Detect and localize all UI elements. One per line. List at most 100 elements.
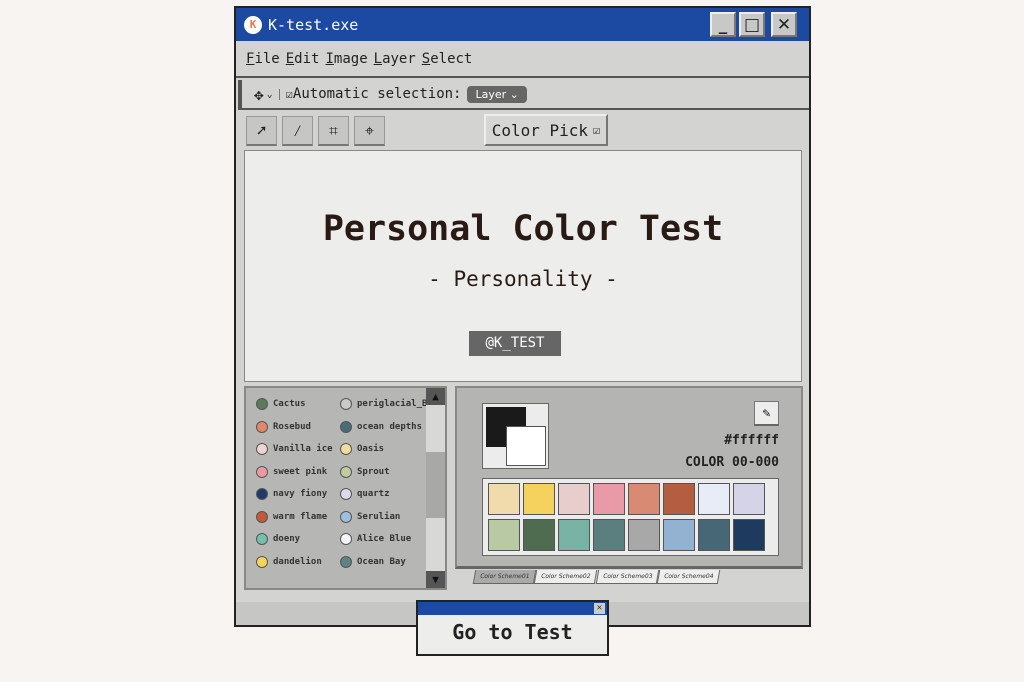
tab-color-scheme-02[interactable]: Color Scheme02 xyxy=(534,570,598,584)
color-swatch[interactable] xyxy=(488,483,520,515)
color-dot-icon xyxy=(340,420,352,433)
close-button[interactable]: ✕ xyxy=(771,12,797,37)
scroll-up-button[interactable]: ▲ xyxy=(426,388,445,405)
color-name: warm flame xyxy=(273,511,328,522)
color-name: periglacial_B xyxy=(357,399,428,409)
color-dot-icon xyxy=(340,488,352,500)
dialog-close-button[interactable]: ✕ xyxy=(594,603,605,614)
chevron-down-icon[interactable]: ⌄ xyxy=(267,88,280,100)
color-list-item[interactable]: navy fiony xyxy=(256,488,327,500)
tab-color-scheme-04[interactable]: Color Scheme04 xyxy=(656,570,721,584)
background-color-swatch[interactable] xyxy=(506,426,546,466)
eyedropper-icon: ✎ xyxy=(762,406,771,421)
color-name: dandelion xyxy=(273,556,322,567)
color-dot-icon xyxy=(256,555,268,568)
scheme-tabs: Color Scheme01 Color Scheme02 Color Sche… xyxy=(472,570,721,584)
color-name: Vanilla ice xyxy=(273,444,333,454)
color-swatch[interactable] xyxy=(523,519,555,551)
color-list-item[interactable]: Ocean Bay xyxy=(340,555,406,568)
layer-dropdown[interactable]: Layer ⌄ xyxy=(467,85,527,103)
maximize-button[interactable]: □ xyxy=(739,12,765,37)
color-list-item[interactable]: Rosebud xyxy=(256,420,311,433)
eyedropper-button[interactable]: ✎ xyxy=(754,401,779,426)
color-swatch[interactable] xyxy=(628,519,660,551)
color-swatch[interactable] xyxy=(663,483,695,515)
fg-bg-color-selector[interactable] xyxy=(482,403,549,469)
move-icon[interactable]: ✥ xyxy=(254,85,264,104)
color-swatch[interactable] xyxy=(663,519,695,551)
color-dot-icon xyxy=(340,533,352,545)
color-list-item[interactable]: Sprout xyxy=(340,465,390,478)
scrollbar[interactable]: ▲ ▼ xyxy=(426,388,445,588)
target-tool-button[interactable]: ⌖ xyxy=(354,116,385,146)
auto-select-checkbox[interactable]: ☑ xyxy=(286,87,293,101)
menu-file[interactable]: File xyxy=(246,51,280,67)
menu-layer[interactable]: Layer xyxy=(374,51,416,67)
color-swatch[interactable] xyxy=(593,519,625,551)
color-list-item[interactable]: periglacial_B xyxy=(340,398,427,410)
color-list-item[interactable]: quartz xyxy=(340,488,390,500)
color-swatch[interactable] xyxy=(488,519,520,551)
color-name: quartz xyxy=(357,489,390,499)
magic-wand-tool-button[interactable]: ⁄ xyxy=(282,116,313,146)
color-list-item[interactable]: Alice Blue xyxy=(340,533,411,545)
target-icon: ⌖ xyxy=(364,120,374,140)
dialog-title-bar xyxy=(418,602,607,615)
color-dot-icon xyxy=(256,420,268,433)
color-dot-icon xyxy=(256,398,268,410)
color-name: Alice Blue xyxy=(357,534,412,544)
color-name: Serulian xyxy=(357,511,401,522)
arrow-tool-button[interactable]: ➚ xyxy=(246,116,277,146)
color-swatch[interactable] xyxy=(558,483,590,515)
menu-image[interactable]: Image xyxy=(325,51,367,67)
color-swatch[interactable] xyxy=(558,519,590,551)
menu-select[interactable]: Select xyxy=(422,51,473,67)
color-swatch[interactable] xyxy=(698,483,730,515)
color-list-item[interactable]: Vanilla ice xyxy=(256,443,333,455)
checkbox-icon: ☑ xyxy=(593,123,601,137)
crop-icon: ⌗ xyxy=(328,120,338,140)
app-window: K K-test.exe _ □ ✕ File Edit Image Layer… xyxy=(234,6,811,627)
go-to-test-button[interactable]: Go to Test xyxy=(418,620,607,644)
color-swatch[interactable] xyxy=(698,519,730,551)
color-dot-icon xyxy=(340,398,352,410)
color-list-item[interactable]: warm flame xyxy=(256,510,328,523)
color-list-item[interactable]: ocean depths xyxy=(340,420,422,433)
color-swatch[interactable] xyxy=(593,483,625,515)
tab-color-scheme-03[interactable]: Color Scheme03 xyxy=(595,570,660,584)
color-list-item[interactable]: Cactus xyxy=(256,398,306,410)
swatch-grid xyxy=(482,478,779,556)
color-name: Sprout xyxy=(357,466,390,477)
color-list-panel: Cactus periglacial_B Rosebud ocean depths Va… xyxy=(244,386,447,590)
scroll-thumb[interactable] xyxy=(426,452,445,518)
color-name: Cactus xyxy=(273,399,306,409)
crop-tool-button[interactable]: ⌗ xyxy=(318,116,349,146)
minimize-button[interactable]: _ xyxy=(710,12,736,37)
app-logo-icon: K xyxy=(244,15,262,34)
color-list-item[interactable]: dandelion xyxy=(256,555,322,568)
color-list-item[interactable]: Oasis xyxy=(340,443,384,455)
color-dot-icon xyxy=(340,443,352,455)
window-title: K-test.exe xyxy=(268,15,359,34)
scroll-down-button[interactable]: ▼ xyxy=(426,571,445,588)
color-swatch[interactable] xyxy=(733,519,765,551)
color-list-item[interactable]: sweet pink xyxy=(256,465,327,478)
menu-bar: File Edit Image Layer Select xyxy=(236,42,809,78)
color-code: COLOR 00-000 xyxy=(685,455,779,470)
hex-value: #ffffff xyxy=(724,433,779,448)
color-pick-button[interactable]: Color Pick ☑ xyxy=(484,114,608,146)
color-list-item[interactable]: Serulian xyxy=(340,510,401,523)
color-swatch[interactable] xyxy=(523,483,555,515)
color-dot-icon xyxy=(256,465,268,478)
color-list-item[interactable]: doeny xyxy=(256,533,300,545)
color-name: navy fiony xyxy=(273,489,328,499)
color-swatch[interactable] xyxy=(733,483,765,515)
canvas: Personal Color Test - Personality - @K_T… xyxy=(244,150,802,382)
color-name: Oasis xyxy=(357,444,385,454)
menu-edit[interactable]: Edit xyxy=(286,51,320,67)
color-name: Rosebud xyxy=(273,421,311,432)
tab-color-scheme-01[interactable]: Color Scheme01 xyxy=(472,570,537,584)
color-picker-panel: ✎ #ffffff COLOR 00-000 xyxy=(455,386,803,569)
color-name: Ocean Bay xyxy=(357,556,406,567)
color-swatch[interactable] xyxy=(628,483,660,515)
